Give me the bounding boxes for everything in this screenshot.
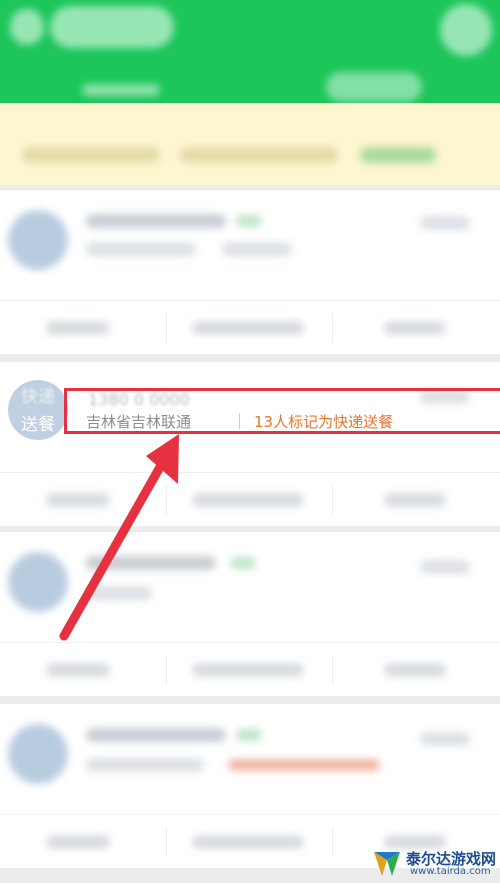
divider [332,313,333,343]
notice-text [22,147,160,163]
action-button[interactable] [46,835,110,849]
avatar [8,210,68,270]
highlight-box [64,388,500,434]
action-button[interactable] [46,663,110,677]
card-actions [0,472,500,526]
phone-number [86,556,216,570]
divider [166,655,167,685]
action-button[interactable] [192,663,304,677]
avatar-label: 送餐 [21,415,55,435]
header-title [50,6,174,48]
divider [332,655,333,685]
phone-number [86,728,226,742]
action-button[interactable] [384,321,446,335]
location [86,758,204,772]
timestamp [420,732,470,746]
avatar [8,724,68,784]
tab-left[interactable] [82,84,160,96]
action-button[interactable] [192,493,304,507]
notice-text [180,147,338,163]
action-button[interactable] [192,835,304,849]
divider [166,313,167,343]
tag-badge [236,215,262,227]
action-button[interactable] [46,321,110,335]
call-record-card[interactable] [0,704,500,868]
location [86,242,196,256]
call-record-card-highlighted[interactable] [0,362,500,526]
avatar-label-top: 快递 [21,387,55,407]
watermark-url: www.tairda.com [410,866,491,877]
watermark-logo-icon [374,852,400,876]
action-button[interactable] [384,493,446,507]
notice-link[interactable] [360,147,436,163]
action-button[interactable] [192,321,304,335]
notice-bar [0,103,500,185]
category-avatar: 快递 送餐 [8,380,68,440]
card-actions [0,300,500,354]
timestamp [420,216,470,230]
tag-badge [230,557,256,569]
divider [332,485,333,515]
app-header [0,0,500,103]
tag-text [222,242,292,256]
card-actions [0,642,500,696]
tag-badge [236,729,262,741]
action-button[interactable] [384,663,446,677]
call-record-card[interactable] [0,190,500,354]
more-menu-button[interactable] [440,4,492,56]
action-button[interactable] [46,493,110,507]
location [86,586,152,600]
action-button[interactable] [384,835,446,849]
divider [166,827,167,857]
phone-number [86,214,226,228]
back-button[interactable] [10,9,44,45]
divider [166,485,167,515]
site-watermark: 泰尔达游戏网 www.tairda.com [372,848,498,881]
mark-text [228,759,380,771]
divider [332,827,333,857]
avatar [8,552,68,612]
timestamp [420,560,470,574]
tab-right[interactable] [326,72,422,102]
call-record-card[interactable] [0,532,500,696]
